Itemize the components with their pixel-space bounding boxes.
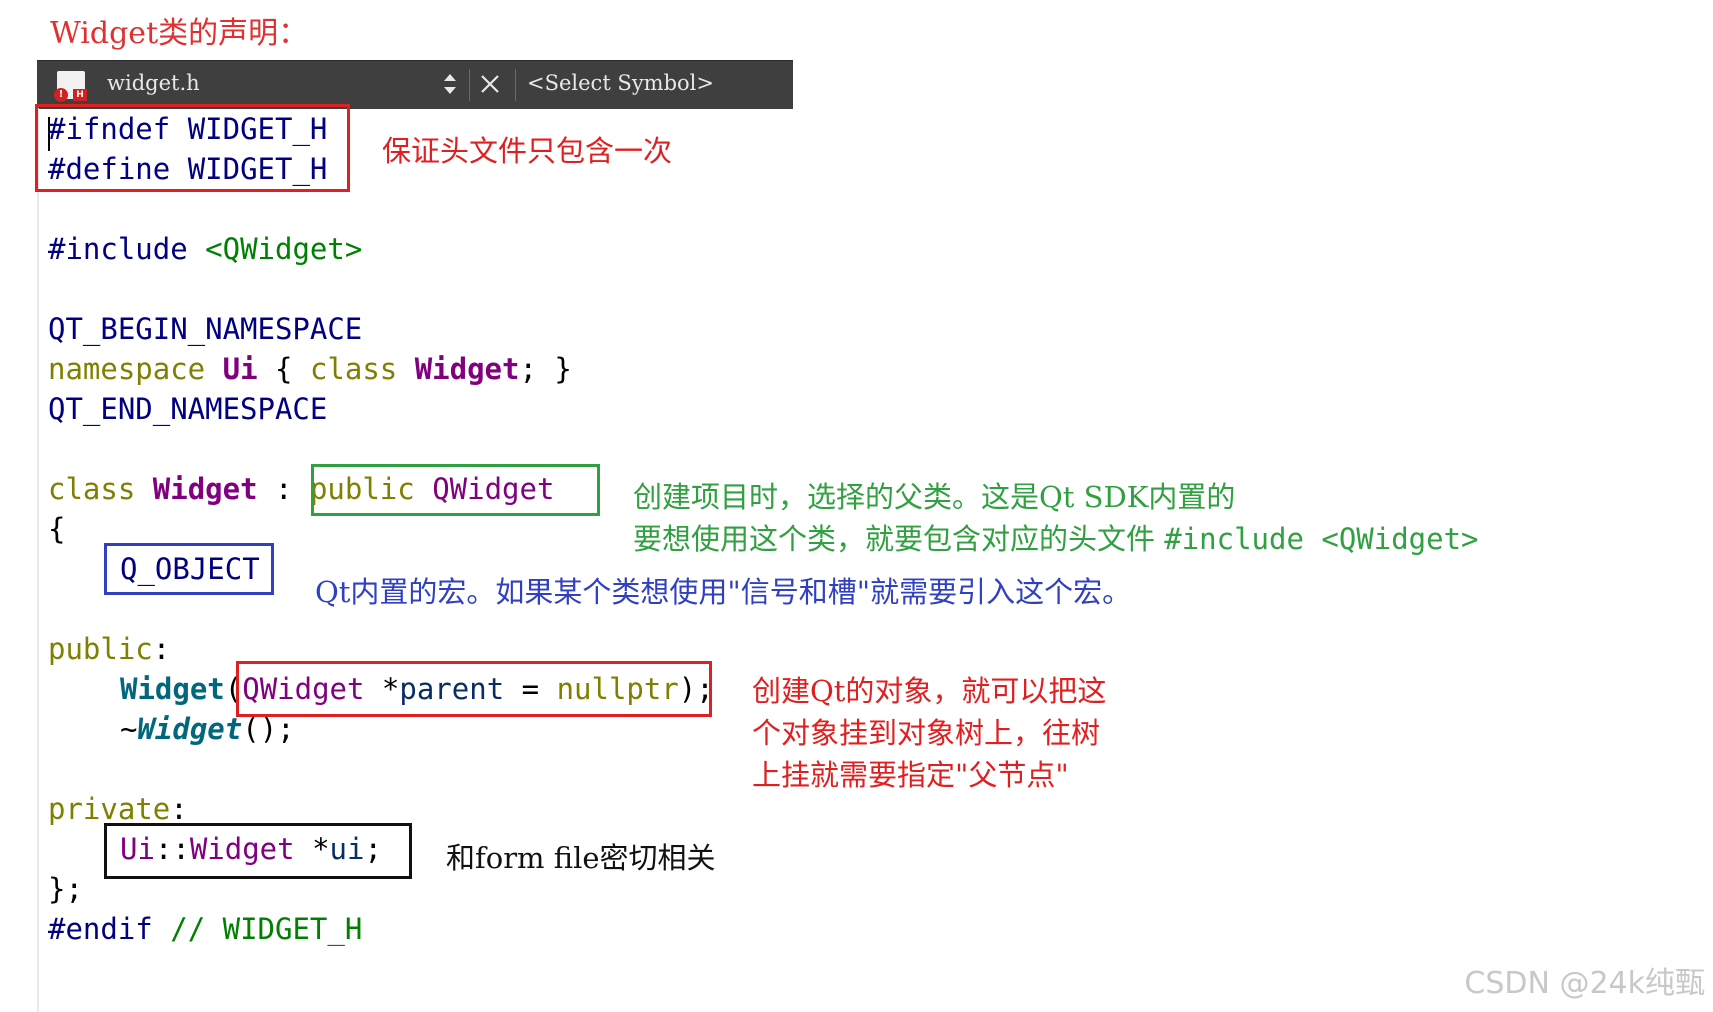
ui-pointer-highlight-box	[104, 823, 412, 879]
code-line-end-namespace: QT_END_NAMESPACE	[48, 392, 328, 426]
include-guard-note: 保证头文件只包含一次	[382, 134, 673, 168]
code-line-include: #include <QWidget>	[48, 232, 363, 266]
ui-pointer-note: 和form file密切相关	[446, 841, 716, 875]
editor-toolbar: ! H widget.h <Select Symbol>	[37, 60, 793, 109]
watermark: CSDN @24k纯甄	[1464, 966, 1705, 1001]
code-line-namespace-ui: namespace Ui { class Widget; }	[48, 352, 572, 386]
editor-left-margin	[37, 108, 39, 1012]
close-icon[interactable]	[475, 69, 505, 99]
constructor-note-line2: 个对象挂到对象树上，往树	[752, 716, 1101, 750]
constructor-note-line3: 上挂就需要指定"父节点"	[752, 758, 1069, 792]
up-down-arrows-icon[interactable]	[437, 69, 463, 99]
constructor-param-highlight-box	[236, 661, 712, 717]
toolbar-divider	[515, 69, 516, 101]
code-line-public: public:	[48, 632, 171, 666]
page-title: Widget类的声明：	[50, 16, 309, 51]
q-object-note: Qt内置的宏。如果某个类想使用"信号和槽"就需要引入这个宏。	[315, 575, 1132, 609]
code-line-close-brace: };	[48, 872, 83, 906]
select-symbol-dropdown[interactable]: <Select Symbol>	[527, 71, 714, 95]
h-badge-icon: H	[73, 89, 87, 101]
code-line-begin-namespace: QT_BEGIN_NAMESPACE	[48, 312, 363, 346]
code-line-open-brace: {	[48, 512, 66, 546]
header-file-icon[interactable]: ! H	[54, 71, 87, 102]
warning-badge-icon: !	[54, 88, 68, 102]
open-file-name[interactable]: widget.h	[107, 71, 200, 95]
toolbar-divider	[469, 69, 470, 101]
include-guard-highlight-box	[35, 104, 350, 192]
q-object-highlight-box	[104, 543, 274, 595]
code-line-private: private:	[48, 792, 188, 826]
code-line-endif: #endif // WIDGET_H	[48, 912, 363, 946]
base-class-note-line1: 创建项目时，选择的父类。这是Qt SDK内置的	[633, 480, 1236, 514]
base-class-note-line2: 要想使用这个类，就要包含对应的头文件 #include <QWidget>	[633, 522, 1479, 556]
constructor-note-line1: 创建Qt的对象，就可以把这	[752, 674, 1107, 708]
base-class-highlight-box	[311, 464, 600, 516]
